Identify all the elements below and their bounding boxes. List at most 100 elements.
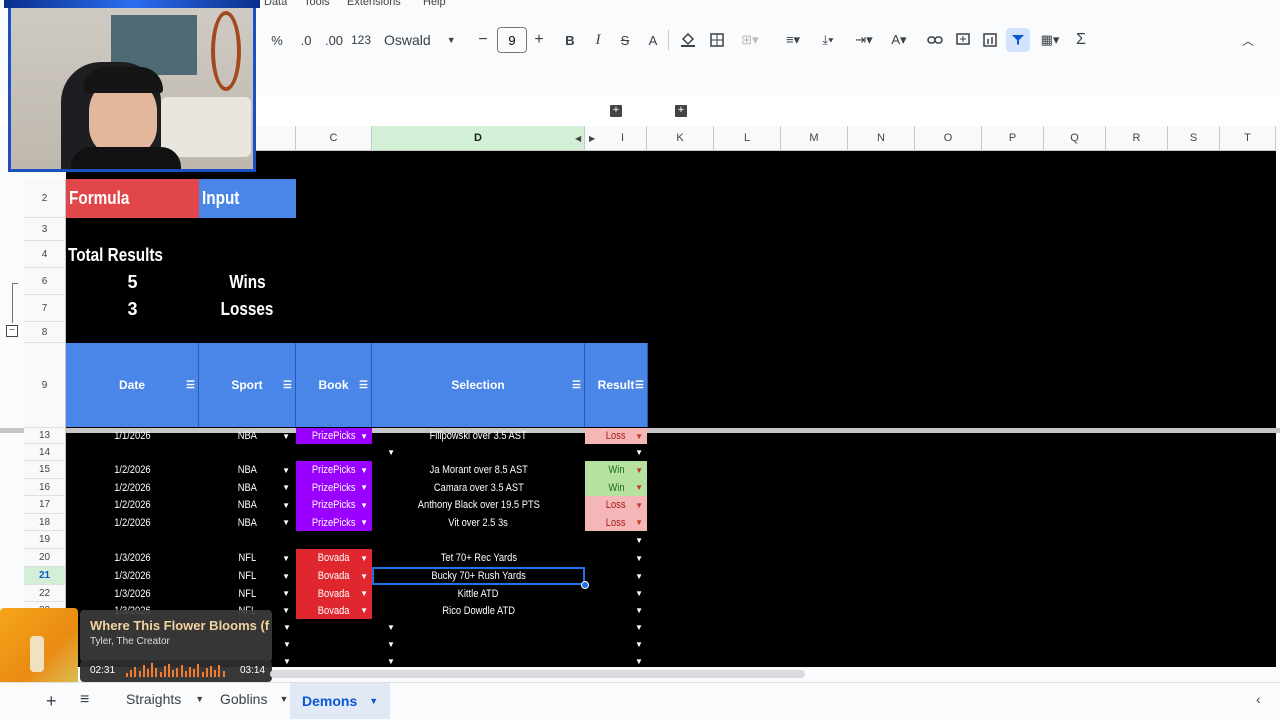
col-header-m[interactable]: M <box>781 126 848 151</box>
row-header[interactable]: 2 <box>24 179 66 218</box>
filter-icon[interactable]: ☰ <box>635 380 644 391</box>
row-header[interactable]: 14 <box>24 444 66 461</box>
filter-icon[interactable] <box>1006 28 1030 52</box>
result-dropdown[interactable]: ▼ <box>585 531 647 549</box>
chevron-down-icon[interactable]: ▼ <box>635 501 643 510</box>
result-dropdown[interactable]: Loss ▼ <box>585 514 647 531</box>
header-result[interactable]: Result ☰ <box>585 343 648 427</box>
col-header-n[interactable]: N <box>848 126 915 151</box>
col-header-o[interactable]: O <box>915 126 982 151</box>
chevron-down-icon[interactable]: ▼ <box>387 640 395 649</box>
result-dropdown[interactable]: Loss ▼ <box>585 496 647 514</box>
row-header[interactable]: 13 <box>24 428 66 444</box>
date-cell[interactable]: 1/3/2026 <box>66 567 199 585</box>
row-header[interactable]: 3 <box>24 218 66 241</box>
chevron-down-icon[interactable]: ▼ <box>635 572 643 581</box>
date-cell[interactable]: 1/2/2026 <box>66 479 199 496</box>
col-header-d[interactable]: D <box>372 126 585 151</box>
col-header-k[interactable]: K <box>647 126 714 151</box>
col-header-p[interactable]: P <box>982 126 1044 151</box>
chevron-down-icon[interactable]: ▼ <box>282 518 290 527</box>
chevron-down-icon[interactable]: ▼ <box>360 432 368 441</box>
sport-cell[interactable]: NBA ▼ <box>199 496 296 514</box>
sport-cell[interactable] <box>199 531 296 549</box>
row-header[interactable]: 16 <box>24 479 66 496</box>
chevron-down-icon[interactable]: ▼ <box>360 554 368 563</box>
chevron-left-icon[interactable]: ◀ <box>575 134 581 143</box>
chevron-down-icon[interactable]: ▼ <box>360 589 368 598</box>
chevron-down-icon[interactable]: ▼ <box>360 572 368 581</box>
filter-icon[interactable]: ☰ <box>572 380 581 391</box>
header-sport[interactable]: Sport ☰ <box>199 343 296 427</box>
selection-cell[interactable]: Filipowski over 3.5 AST <box>372 428 585 444</box>
tab-goblins[interactable]: Goblins ▼ <box>220 691 288 707</box>
row-header[interactable]: 18 <box>24 514 66 531</box>
increase-decimal-button[interactable]: .00 <box>322 28 346 52</box>
chevron-down-icon[interactable]: ▼ <box>635 589 643 598</box>
selection-cell[interactable]: Anthony Black over 19.5 PTS <box>372 496 585 514</box>
sport-cell[interactable]: NFL ▼ <box>199 567 296 585</box>
row-header[interactable]: 6 <box>24 268 66 295</box>
result-dropdown[interactable]: ▼ <box>585 549 647 567</box>
chevron-down-icon[interactable]: ▼ <box>635 432 643 441</box>
chevron-down-icon[interactable]: ▼ <box>195 694 204 704</box>
all-sheets-icon[interactable]: ≡ <box>80 691 89 709</box>
chevron-down-icon[interactable]: ▼ <box>283 657 291 666</box>
result-dropdown[interactable]: ▼ <box>585 567 647 585</box>
percent-format-button[interactable]: % <box>270 28 284 52</box>
chevron-down-icon[interactable]: ▼ <box>282 606 290 615</box>
filter-icon[interactable]: ☰ <box>359 380 368 391</box>
filter-icon[interactable]: ☰ <box>186 380 195 391</box>
vertical-align-icon[interactable]: ⤓▾ <box>813 28 843 52</box>
strikethrough-button[interactable]: S <box>618 28 632 52</box>
row-header[interactable]: 9 <box>24 343 66 428</box>
sport-cell[interactable]: NBA ▼ <box>199 514 296 531</box>
result-dropdown[interactable]: Loss ▼ <box>585 428 647 444</box>
header-selection[interactable]: Selection ☰ <box>372 343 585 427</box>
chevron-down-icon[interactable]: ▼ <box>635 483 643 492</box>
selection-cell[interactable] <box>372 531 585 549</box>
chevron-down-icon[interactable]: ▼ <box>360 518 368 527</box>
selection-cell[interactable]: Vit over 2.5 3s <box>372 514 585 531</box>
selection-cell[interactable]: Bucky 70+ Rush Yards <box>372 567 585 585</box>
insert-comment-icon[interactable] <box>954 28 972 52</box>
chevron-down-icon[interactable]: ▼ <box>283 640 291 649</box>
row-header[interactable]: 8 <box>24 322 66 343</box>
selection-cell[interactable]: Tet 70+ Rec Yards <box>372 549 585 567</box>
result-dropdown[interactable]: ▼ <box>585 585 647 602</box>
date-cell[interactable] <box>66 531 199 549</box>
number-format-button[interactable]: 123 <box>350 28 372 52</box>
audio-waveform[interactable] <box>126 663 228 679</box>
chevron-down-icon[interactable]: ▼ <box>369 696 378 706</box>
chevron-down-icon[interactable]: ▼ <box>387 657 395 666</box>
tab-straights[interactable]: Straights ▼ <box>126 691 204 707</box>
font-size-increase-button[interactable]: + <box>532 28 546 52</box>
row-header[interactable]: 15 <box>24 461 66 479</box>
date-cell[interactable]: 1/2/2026 <box>66 514 199 531</box>
font-size-decrease-button[interactable]: − <box>476 28 490 52</box>
horizontal-scrollbar[interactable] <box>270 670 805 678</box>
book-dropdown[interactable]: PrizePicks ▼ <box>296 496 372 514</box>
row-header[interactable]: 21 <box>24 567 66 585</box>
insert-link-icon[interactable] <box>926 28 944 52</box>
collapse-toolbar-icon[interactable]: ︿ <box>1238 28 1258 52</box>
chevron-down-icon[interactable]: ▼ <box>282 589 290 598</box>
chevron-down-icon[interactable]: ▼ <box>635 623 643 632</box>
book-dropdown[interactable]: PrizePicks ▼ <box>296 479 372 496</box>
selection-cell[interactable]: ▼ <box>372 444 585 461</box>
book-dropdown[interactable]: PrizePicks ▼ <box>296 514 372 531</box>
result-dropdown[interactable]: Win ▼ <box>585 479 647 496</box>
book-dropdown[interactable]: PrizePicks ▼ <box>296 428 372 444</box>
functions-button[interactable]: Σ <box>1072 28 1090 52</box>
result-dropdown[interactable]: ▼ <box>585 444 647 461</box>
decrease-decimal-button[interactable]: .0 <box>296 28 316 52</box>
col-header-q[interactable]: Q <box>1044 126 1106 151</box>
chevron-down-icon[interactable]: ▼ <box>360 466 368 475</box>
text-wrap-icon[interactable]: ⇥▾ <box>849 28 879 52</box>
book-dropdown[interactable]: Bovada ▼ <box>296 602 372 619</box>
menu-help[interactable]: Help <box>423 0 446 8</box>
col-header-t[interactable]: T <box>1220 126 1276 151</box>
chevron-down-icon[interactable]: ▼ <box>282 501 290 510</box>
chevron-down-icon[interactable]: ▼ <box>387 623 395 632</box>
chevron-down-icon[interactable]: ▼ <box>635 466 643 475</box>
